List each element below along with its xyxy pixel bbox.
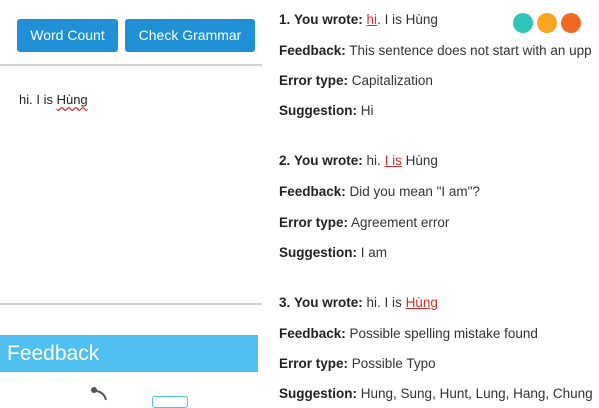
status-dots xyxy=(513,13,581,33)
flagged-word[interactable]: Hùng xyxy=(57,92,88,107)
editor-top-divider xyxy=(0,64,262,66)
result-2-wrote: 2. You wrote: hi. I is Hùng xyxy=(279,153,438,168)
result-2-suggestion: Suggestion: I am xyxy=(279,245,387,260)
suggestion-label: Suggestion: xyxy=(279,103,357,118)
wrote-text: hi. I is xyxy=(366,295,406,310)
wrote-text: . I is Hùng xyxy=(377,12,438,27)
result-3-suggestion: Suggestion: Hung, Sung, Hunt, Lung, Hang… xyxy=(279,386,593,401)
suggestion-label: Suggestion: xyxy=(279,245,357,260)
error-highlight: I is xyxy=(384,153,402,168)
status-dot-orange xyxy=(561,13,581,33)
result-1-type: Error type: Capitalization xyxy=(279,73,433,88)
suggestion-text: Hi xyxy=(360,103,374,118)
result-2-feedback: Feedback: Did you mean "I am"? xyxy=(279,184,480,199)
type-text: Agreement error xyxy=(351,215,450,230)
status-dot-yellow xyxy=(537,13,557,33)
type-text: Possible Typo xyxy=(351,356,436,371)
suggestion-text: Hung, Sung, Hunt, Lung, Hang, Chung xyxy=(360,386,593,401)
word-count-button[interactable]: Word Count xyxy=(17,19,118,52)
wrote-text: Hùng xyxy=(401,153,438,168)
feedback-header: Feedback xyxy=(0,335,258,372)
loading-spinner-icon xyxy=(91,387,107,401)
result-3-feedback: Feedback: Possible spelling mistake foun… xyxy=(279,326,538,341)
error-highlight: Hùng xyxy=(405,295,438,310)
wrote-label: You wrote: xyxy=(294,295,363,310)
editor-bottom-divider xyxy=(0,303,262,305)
type-text: Capitalization xyxy=(351,73,433,88)
feedback-label: Feedback: xyxy=(279,326,346,341)
error-highlight: hi xyxy=(366,12,378,27)
text-editor[interactable]: hi. I is Hùng xyxy=(19,92,88,107)
result-number: 2. xyxy=(279,153,291,168)
suggestion-text: I am xyxy=(360,245,388,260)
wrote-label: You wrote: xyxy=(294,153,363,168)
feedback-text: This sentence does not start with an upp xyxy=(349,43,592,58)
status-dot-teal xyxy=(513,13,533,33)
result-1-wrote: 1. You wrote: hi. I is Hùng xyxy=(279,12,438,27)
result-2-type: Error type: Agreement error xyxy=(279,215,449,230)
feedback-text: Possible spelling mistake found xyxy=(349,326,538,341)
editor-text-plain: hi. I is xyxy=(19,92,57,107)
check-grammar-button[interactable]: Check Grammar xyxy=(125,19,255,52)
result-3-wrote: 3. You wrote: hi. I is Hùng xyxy=(279,295,438,310)
partial-control[interactable] xyxy=(152,396,188,408)
feedback-label: Feedback: xyxy=(279,43,346,58)
type-label: Error type: xyxy=(279,215,349,230)
result-1-feedback: Feedback: This sentence does not start w… xyxy=(279,43,592,58)
type-label: Error type: xyxy=(279,73,349,88)
suggestion-label: Suggestion: xyxy=(279,386,357,401)
wrote-text: hi. xyxy=(366,153,385,168)
wrote-label: You wrote: xyxy=(294,12,363,27)
result-1-suggestion: Suggestion: Hi xyxy=(279,103,374,118)
result-3-type: Error type: Possible Typo xyxy=(279,356,436,371)
result-number: 1. xyxy=(279,12,291,27)
type-label: Error type: xyxy=(279,356,349,371)
feedback-label: Feedback: xyxy=(279,184,346,199)
result-number: 3. xyxy=(279,295,291,310)
feedback-text: Did you mean "I am"? xyxy=(349,184,480,199)
results-panel: 1. You wrote: hi. I is Hùng Feedback: Th… xyxy=(262,0,599,402)
editor-panel: Word Count Check Grammar hi. I is Hùng F… xyxy=(0,0,262,408)
